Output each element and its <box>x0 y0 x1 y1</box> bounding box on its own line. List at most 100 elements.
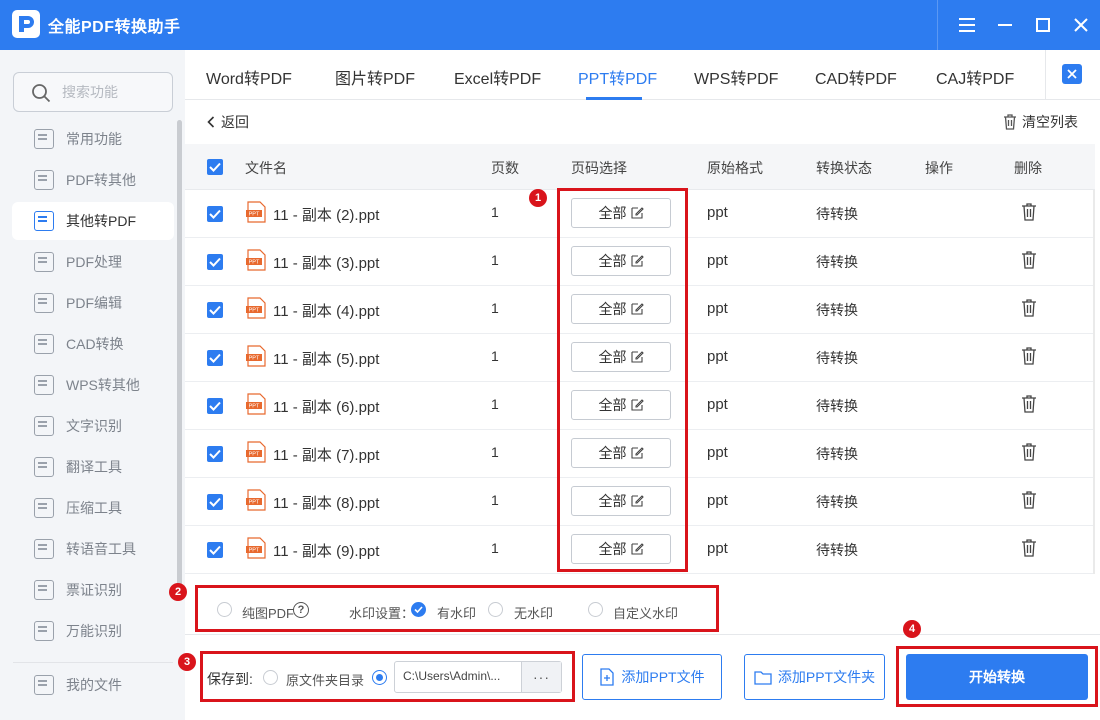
page-select-label: 全部 <box>598 301 627 317</box>
row-checkbox[interactable] <box>207 542 223 558</box>
table-row[interactable]: PPT 11 - 副本 (9).ppt 1 全部 ppt 待转换 <box>185 526 1095 574</box>
output-path-field[interactable]: ··· <box>394 661 562 693</box>
custom-watermark-radio[interactable] <box>588 602 603 617</box>
ticket-icon <box>34 580 54 600</box>
pdf-edit-icon <box>34 293 54 313</box>
delete-button[interactable] <box>1021 347 1037 370</box>
row-checkbox[interactable] <box>207 254 223 270</box>
add-file-button[interactable]: 添加PPT文件 <box>582 654 722 700</box>
svg-text:PPT: PPT <box>249 548 260 554</box>
close-panel-button[interactable] <box>1062 64 1082 84</box>
table-row[interactable]: PPT 11 - 副本 (5).ppt 1 全部 ppt 待转换 <box>185 334 1095 382</box>
ppt-file-icon: PPT <box>246 489 266 511</box>
page-select-button[interactable]: 全部 <box>571 342 671 372</box>
page-select-button[interactable]: 全部 <box>571 198 671 228</box>
menu-icon[interactable] <box>948 0 986 50</box>
delete-button[interactable] <box>1021 299 1037 322</box>
sidebar-item-compress[interactable]: 压缩工具 <box>12 489 174 527</box>
tab-caj[interactable]: CAJ转PDF <box>936 65 1014 89</box>
clear-list-button[interactable]: 清空列表 <box>1003 112 1078 132</box>
sidebar-item-pdf-process[interactable]: PDF处理 <box>12 243 174 281</box>
page-select-button[interactable]: 全部 <box>571 438 671 468</box>
page-count: 1 <box>491 492 499 508</box>
search-input[interactable] <box>62 82 162 102</box>
custom-watermark-label: 自定义水印 <box>613 606 679 621</box>
compress-icon <box>34 498 54 518</box>
page-select-button[interactable]: 全部 <box>571 246 671 276</box>
page-select-button[interactable]: 全部 <box>571 390 671 420</box>
table-row[interactable]: PPT 11 - 副本 (7).ppt 1 全部 ppt 待转换 <box>185 430 1095 478</box>
tab-word[interactable]: Word转PDF <box>206 65 292 89</box>
table-row[interactable]: PPT 11 - 副本 (3).ppt 1 全部 ppt 待转换 <box>185 238 1095 286</box>
row-checkbox[interactable] <box>207 446 223 462</box>
delete-button[interactable] <box>1021 395 1037 418</box>
table-row[interactable]: PPT 11 - 副本 (2).ppt 1 全部 ppt 待转换 <box>185 190 1095 238</box>
file-format: ppt <box>707 396 728 413</box>
tab-wps[interactable]: WPS转PDF <box>694 65 778 89</box>
delete-button[interactable] <box>1021 251 1037 274</box>
sidebar-item-cad[interactable]: CAD转换 <box>12 325 174 363</box>
page-select-button[interactable]: 全部 <box>571 486 671 516</box>
delete-button[interactable] <box>1021 539 1037 562</box>
pure-image-radio[interactable] <box>217 602 232 617</box>
check-icon <box>209 162 221 172</box>
sidebar-item-recognize[interactable]: 万能识别 <box>12 612 174 650</box>
sidebar-item-other-to-pdf[interactable]: 其他转PDF <box>12 202 174 240</box>
select-all-checkbox[interactable] <box>207 159 223 175</box>
table-row[interactable]: PPT 11 - 副本 (8).ppt 1 全部 ppt 待转换 <box>185 478 1095 526</box>
no-watermark-radio[interactable] <box>488 602 503 617</box>
page-select-button[interactable]: 全部 <box>571 534 671 564</box>
sidebar-item-translate[interactable]: 翻译工具 <box>12 448 174 486</box>
row-checkbox[interactable] <box>207 398 223 414</box>
tab-image[interactable]: 图片转PDF <box>335 65 415 89</box>
delete-button[interactable] <box>1021 443 1037 466</box>
row-checkbox[interactable] <box>207 302 223 318</box>
help-icon[interactable]: ? <box>293 602 309 618</box>
page-select-button[interactable]: 全部 <box>571 294 671 324</box>
delete-button[interactable] <box>1021 491 1037 514</box>
sidebar-item-voice[interactable]: 转语音工具 <box>12 530 174 568</box>
page-select-label: 全部 <box>598 253 627 269</box>
file-format: ppt <box>707 204 728 221</box>
add-folder-button[interactable]: 添加PPT文件夹 <box>744 654 885 700</box>
svg-text:PPT: PPT <box>249 212 260 218</box>
custom-path-radio[interactable] <box>372 670 387 685</box>
search-box[interactable] <box>13 72 173 112</box>
sidebar-item-wps[interactable]: WPS转其他 <box>12 366 174 404</box>
tab-divider <box>1045 50 1046 100</box>
source-dir-radio[interactable] <box>263 670 278 685</box>
sidebar-divider <box>13 662 173 663</box>
table-row[interactable]: PPT 11 - 副本 (4).ppt 1 全部 ppt 待转换 <box>185 286 1095 334</box>
browse-button[interactable]: ··· <box>521 662 561 692</box>
sidebar-item-ocr[interactable]: 文字识别 <box>12 407 174 445</box>
start-convert-button[interactable]: 开始转换 <box>906 654 1088 700</box>
table-row[interactable]: PPT 11 - 副本 (6).ppt 1 全部 ppt 待转换 <box>185 382 1095 430</box>
sidebar-scrollbar[interactable] <box>177 120 182 600</box>
sidebar-item-common[interactable]: 常用功能 <box>12 120 174 158</box>
output-path-input[interactable] <box>403 669 515 683</box>
row-checkbox[interactable] <box>207 350 223 366</box>
delete-button[interactable] <box>1021 203 1037 226</box>
table-scrollbar[interactable] <box>1093 190 1095 574</box>
close-icon[interactable] <box>1062 0 1100 50</box>
back-button[interactable]: 返回 <box>207 112 249 132</box>
tab-ppt[interactable]: PPT转PDF <box>578 65 657 89</box>
sidebar-item-ticket[interactable]: 票证识别 <box>12 571 174 609</box>
sidebar-item-my-files[interactable]: 我的文件 <box>12 666 174 704</box>
check-icon <box>209 545 221 555</box>
maximize-icon[interactable] <box>1024 0 1062 50</box>
app-logo <box>12 10 40 38</box>
tab-cad[interactable]: CAD转PDF <box>815 65 897 89</box>
edit-icon <box>630 351 644 363</box>
minimize-icon[interactable] <box>986 0 1024 50</box>
sidebar-item-label: WPS转其他 <box>66 377 140 393</box>
sidebar-item-pdf-to-other[interactable]: PDF转其他 <box>12 161 174 199</box>
with-watermark-radio[interactable] <box>411 602 426 617</box>
edit-icon <box>630 303 644 315</box>
ocr-icon <box>34 416 54 436</box>
row-checkbox[interactable] <box>207 206 223 222</box>
tab-excel[interactable]: Excel转PDF <box>454 65 541 89</box>
sidebar-item-pdf-edit[interactable]: PDF编辑 <box>12 284 174 322</box>
row-checkbox[interactable] <box>207 494 223 510</box>
sidebar-item-label: PDF处理 <box>66 254 122 270</box>
